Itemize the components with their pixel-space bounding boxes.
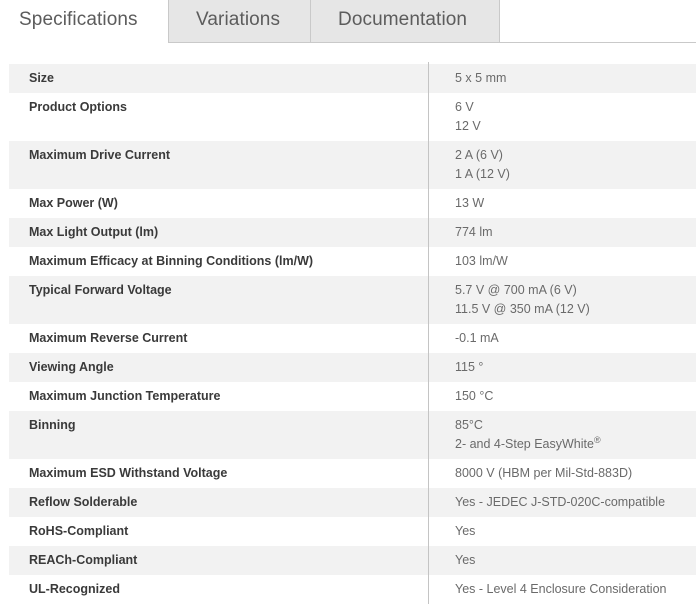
spec-label: Maximum Efficacy at Binning Conditions (…	[29, 254, 314, 268]
spec-row-rohs-compliant: RoHS-Compliant Yes	[9, 515, 696, 546]
tab-variations[interactable]: Variations	[168, 0, 311, 42]
spec-row-maximum-reverse-current: Maximum Reverse Current -0.1 mA	[9, 322, 696, 353]
spec-value-line: Yes - JEDEC J-STD-020C-compatible	[455, 495, 666, 509]
spec-row-maximum-drive-current: Maximum Drive Current 2 A (6 V) 1 A (12 …	[9, 139, 696, 189]
spec-value-line: 5.7 V @ 700 mA (6 V)	[455, 283, 577, 297]
spec-value: Yes - Level 4 Enclosure Consideration	[428, 573, 696, 604]
spec-row-size: Size 5 x 5 mm	[9, 62, 696, 93]
spec-label: Product Options	[29, 100, 127, 114]
spec-value: 5 x 5 mm	[428, 62, 696, 93]
spec-value: 85°C 2- and 4-Step EasyWhite®	[428, 409, 696, 459]
spec-value-line: 774 lm	[455, 225, 493, 239]
spec-label: Binning	[29, 418, 76, 432]
spec-value: 5.7 V @ 700 mA (6 V) 11.5 V @ 350 mA (12…	[428, 274, 696, 324]
spec-label: UL-Recognized	[29, 582, 120, 596]
spec-value: 103 lm/W	[428, 245, 696, 276]
spec-value: Yes	[428, 544, 696, 575]
registered-mark: ®	[593, 434, 601, 445]
spec-value: -0.1 mA	[428, 322, 696, 353]
spec-value: 8000 V (HBM per Mil-Std-883D)	[428, 457, 696, 488]
spec-label: Viewing Angle	[29, 360, 114, 374]
spec-value: 774 lm	[428, 216, 696, 247]
spec-label: Typical Forward Voltage	[29, 283, 172, 297]
spec-label: Size	[29, 71, 55, 85]
spec-value-line: 12 V	[455, 119, 481, 133]
spec-value: 6 V 12 V	[428, 91, 696, 141]
spec-value-line: -0.1 mA	[455, 331, 499, 345]
spec-label: RoHS-Compliant	[29, 524, 129, 538]
spec-value-line: 6 V	[455, 100, 474, 114]
tab-bar: Specifications Variations Documentation	[0, 0, 696, 43]
tab-documentation[interactable]: Documentation	[310, 0, 500, 42]
spec-label: Maximum Reverse Current	[29, 331, 188, 345]
spec-label: Max Power (W)	[29, 196, 118, 210]
spec-value-line: Yes - Level 4 Enclosure Consideration	[455, 582, 667, 596]
spec-value: 13 W	[428, 187, 696, 218]
spec-value-line: Yes	[455, 524, 476, 538]
spec-row-reach-compliant: REACh-Compliant Yes	[9, 544, 696, 575]
spec-row-product-options: Product Options 6 V 12 V	[9, 91, 696, 141]
spec-label: Maximum ESD Withstand Voltage	[29, 466, 228, 480]
spec-row-maximum-efficacy: Maximum Efficacy at Binning Conditions (…	[9, 245, 696, 276]
spec-value-line: 2- and 4-Step EasyWhite®	[455, 435, 696, 454]
spec-label: Reflow Solderable	[29, 495, 138, 509]
spec-value-line: 5 x 5 mm	[455, 71, 507, 85]
spec-row-viewing-angle: Viewing Angle 115 °	[9, 351, 696, 382]
spec-value-line: 115 °	[455, 360, 484, 374]
tab-specifications[interactable]: Specifications	[0, 0, 168, 43]
spec-row-maximum-esd-withstand-voltage: Maximum ESD Withstand Voltage 8000 V (HB…	[9, 457, 696, 488]
spec-value-line: 11.5 V @ 350 mA (12 V)	[455, 302, 590, 316]
spec-value: 150 °C	[428, 380, 696, 411]
spec-value: Yes - JEDEC J-STD-020C-compatible	[428, 486, 696, 517]
specifications-table: Size 5 x 5 mm Product Options 6 V 12 V M…	[9, 62, 696, 604]
spec-value-line: 1 A (12 V)	[455, 167, 510, 181]
spec-row-max-light-output: Max Light Output (lm) 774 lm	[9, 216, 696, 247]
spec-value: 115 °	[428, 351, 696, 382]
spec-value-line: 85°C	[455, 418, 483, 432]
spec-value-text: 2- and 4-Step EasyWhite	[455, 437, 594, 451]
spec-row-maximum-junction-temperature: Maximum Junction Temperature 150 °C	[9, 380, 696, 411]
spec-row-max-power: Max Power (W) 13 W	[9, 187, 696, 218]
spec-value-line: 2 A (6 V)	[455, 148, 503, 162]
spec-label: Maximum Junction Temperature	[29, 389, 221, 403]
tab-bar-divider	[168, 42, 696, 43]
spec-value-line: Yes	[455, 553, 476, 567]
spec-row-typical-forward-voltage: Typical Forward Voltage 5.7 V @ 700 mA (…	[9, 274, 696, 324]
spec-value-line: 8000 V (HBM per Mil-Std-883D)	[455, 466, 633, 480]
spec-value-line: 150 °C	[455, 389, 494, 403]
spec-label: REACh-Compliant	[29, 553, 138, 567]
spec-row-binning: Binning 85°C 2- and 4-Step EasyWhite®	[9, 409, 696, 459]
spec-value-line: 103 lm/W	[455, 254, 508, 268]
spec-value: 2 A (6 V) 1 A (12 V)	[428, 139, 696, 189]
spec-value-line: 13 W	[455, 196, 485, 210]
spec-value: Yes	[428, 515, 696, 546]
spec-label: Maximum Drive Current	[29, 148, 171, 162]
spec-label: Max Light Output (lm)	[29, 225, 159, 239]
spec-row-reflow-solderable: Reflow Solderable Yes - JEDEC J-STD-020C…	[9, 486, 696, 517]
spec-row-ul-recognized: UL-Recognized Yes - Level 4 Enclosure Co…	[9, 573, 696, 604]
